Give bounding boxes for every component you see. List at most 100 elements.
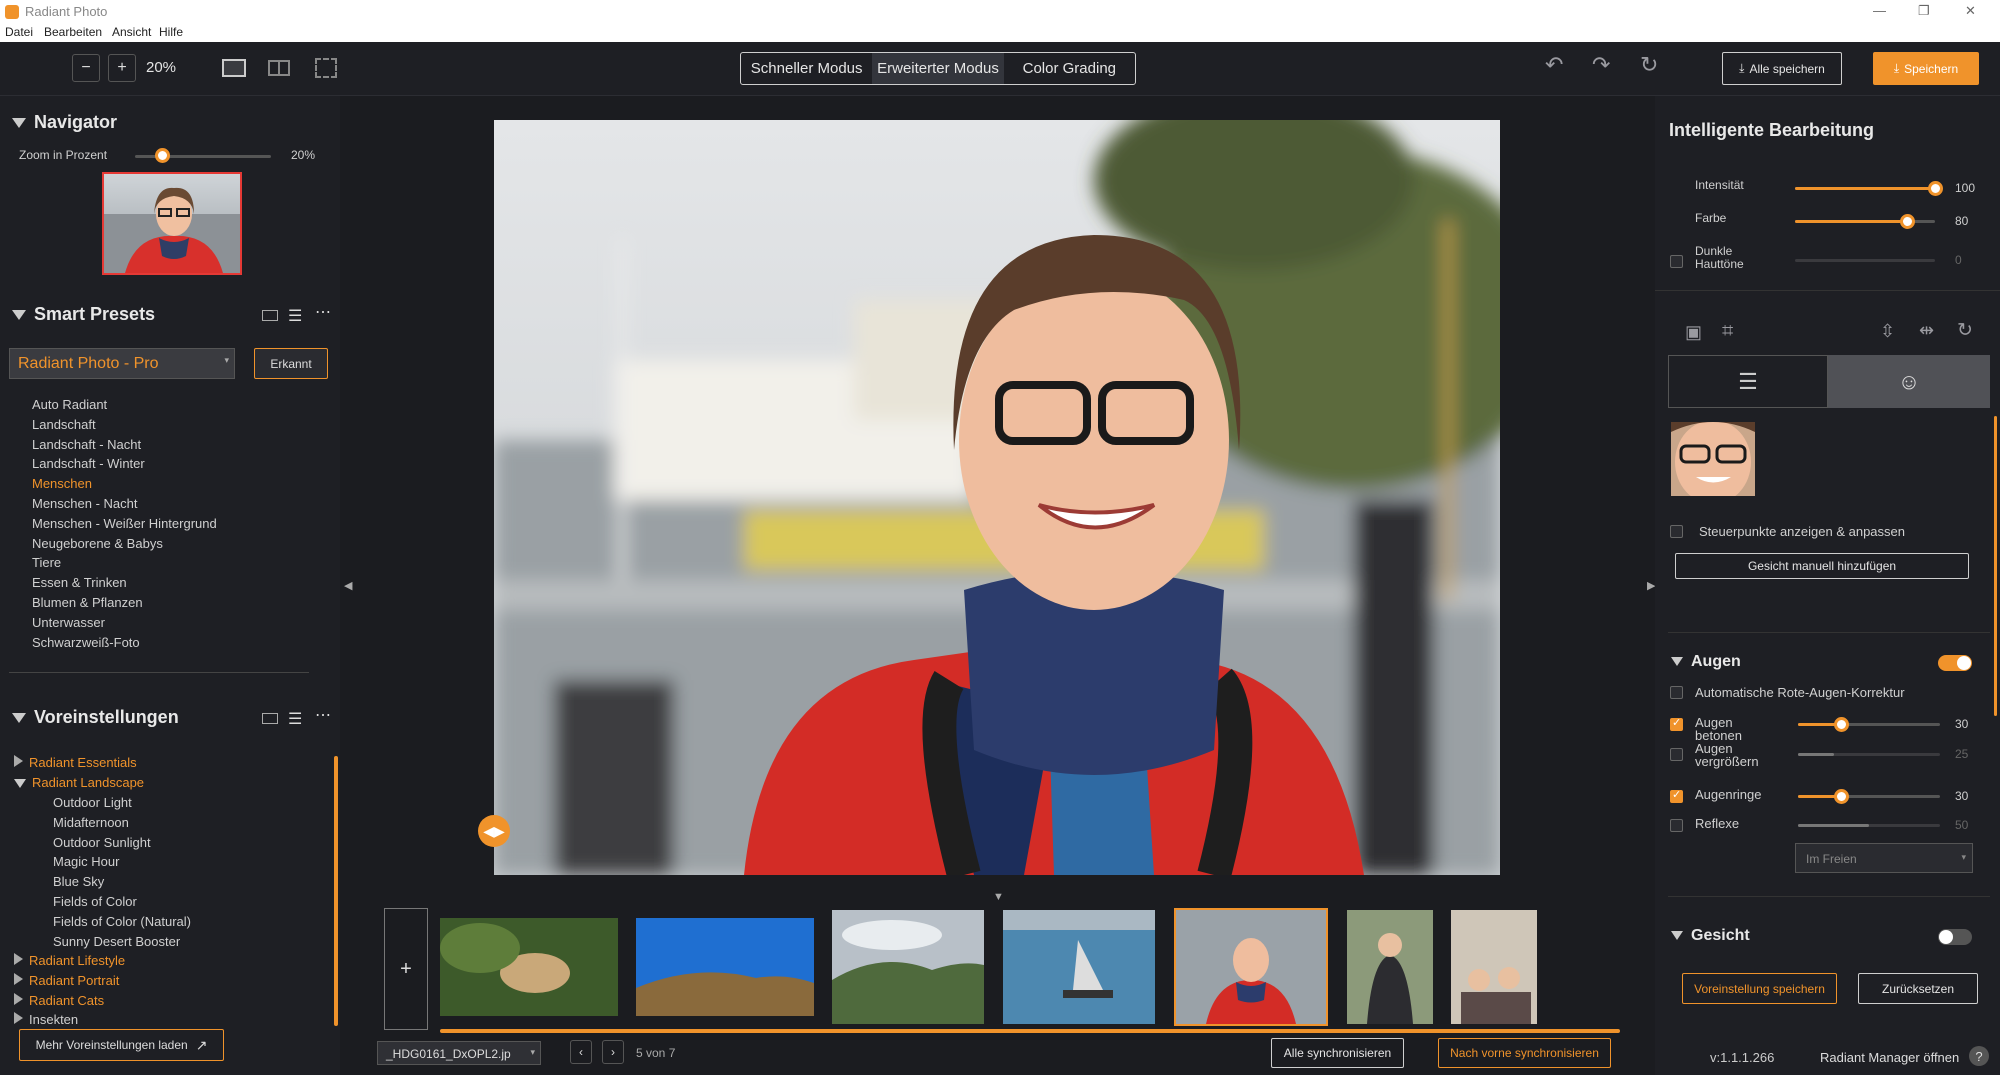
- collapse-left-icon[interactable]: ◀: [344, 579, 352, 592]
- face-toggle[interactable]: [1938, 929, 1972, 945]
- eye-option-checkbox[interactable]: [1670, 819, 1683, 832]
- compare-view-icon[interactable]: [315, 58, 337, 78]
- menu-bearbeiten[interactable]: Bearbeiten: [44, 25, 102, 39]
- preset-item[interactable]: Blue Sky: [53, 874, 104, 889]
- smart-preset-item[interactable]: Unterwasser: [32, 615, 105, 630]
- smart-preset-item[interactable]: Landschaft: [32, 417, 96, 432]
- zoom-slider-knob[interactable]: [155, 148, 171, 163]
- eye-option-checkbox[interactable]: [1670, 748, 1683, 761]
- filmstrip-toggle-icon[interactable]: ▼: [993, 891, 1004, 903]
- right-panel-scrollbar[interactable]: [1994, 416, 1997, 716]
- save-preset-button[interactable]: Voreinstellung speichern: [1682, 973, 1837, 1004]
- more-options-icon[interactable]: ⋯: [315, 302, 331, 322]
- previous-image-button[interactable]: ‹: [570, 1040, 592, 1064]
- smart-presets-header[interactable]: Smart Presets: [12, 304, 155, 325]
- mode-color-grading[interactable]: Color Grading: [1004, 53, 1135, 84]
- preset-group-landscape[interactable]: Radiant Landscape: [14, 775, 144, 790]
- face-tab[interactable]: ☺: [1828, 355, 1990, 408]
- filmstrip-thumbnail[interactable]: [1003, 910, 1155, 1024]
- save-all-button[interactable]: ⤓ Alle speichern: [1722, 52, 1842, 85]
- face-section-header[interactable]: Gesicht: [1671, 927, 1750, 945]
- sync-all-button[interactable]: Alle synchronisieren: [1271, 1038, 1404, 1068]
- control-points-checkbox[interactable]: [1670, 525, 1683, 538]
- eye-option-checkbox[interactable]: [1670, 788, 1683, 803]
- preset-item[interactable]: Fields of Color (Natural): [53, 914, 191, 929]
- presets-header[interactable]: Voreinstellungen: [12, 707, 179, 728]
- preset-group-portrait[interactable]: Radiant Portrait: [14, 973, 119, 988]
- eyes-toggle[interactable]: [1938, 655, 1972, 671]
- compare-handle-icon[interactable]: ◀▶: [478, 815, 510, 847]
- next-image-button[interactable]: ›: [602, 1040, 624, 1064]
- undo-icon[interactable]: ↶: [1545, 52, 1563, 78]
- list-view-icon[interactable]: ☰: [288, 709, 302, 729]
- help-icon[interactable]: ?: [1969, 1046, 1989, 1066]
- smart-slider-knob[interactable]: [1928, 181, 1943, 196]
- add-face-button[interactable]: Gesicht manuell hinzufügen: [1675, 553, 1969, 579]
- eye-slider-knob[interactable]: [1833, 789, 1849, 804]
- smart-preset-item[interactable]: Auto Radiant: [32, 397, 107, 412]
- presets-scrollbar[interactable]: [334, 756, 338, 1026]
- filmstrip-thumbnail[interactable]: [636, 918, 814, 1016]
- red-eye-checkbox[interactable]: [1670, 686, 1683, 699]
- mode-advanced[interactable]: Erweiterter Modus: [872, 53, 1004, 84]
- smart-preset-item[interactable]: Blumen & Pflanzen: [32, 595, 143, 610]
- minimize-icon[interactable]: —: [1873, 3, 1886, 18]
- smart-preset-dropdown[interactable]: Radiant Photo - Pro ▾: [9, 348, 235, 379]
- eye-option-checkbox[interactable]: [1670, 716, 1683, 731]
- preset-group-cats[interactable]: Radiant Cats: [14, 993, 104, 1008]
- preset-item[interactable]: Sunny Desert Booster: [53, 934, 180, 949]
- navigator-thumbnail[interactable]: [102, 172, 242, 275]
- adjustments-tab[interactable]: ☰: [1668, 355, 1828, 408]
- load-more-presets-button[interactable]: Mehr Voreinstellungen laden ↗: [19, 1029, 224, 1061]
- smart-preset-item[interactable]: Neugeborene & Babys: [32, 536, 163, 551]
- eye-slider-knob[interactable]: [1833, 717, 1849, 732]
- preset-group-essentials[interactable]: Radiant Essentials: [14, 755, 137, 770]
- reset-button[interactable]: Zurücksetzen: [1858, 973, 1978, 1004]
- single-view-icon[interactable]: [222, 59, 246, 77]
- preset-group-insects[interactable]: Insekten: [14, 1012, 78, 1027]
- zoom-in-button[interactable]: +: [108, 54, 136, 82]
- filmstrip-thumbnail[interactable]: [440, 918, 618, 1016]
- smart-preset-item[interactable]: Tiere: [32, 555, 61, 570]
- radiant-manager-link[interactable]: Radiant Manager öffnen: [1820, 1050, 1959, 1065]
- filmstrip-thumbnail[interactable]: [1347, 910, 1433, 1024]
- close-icon[interactable]: ✕: [1965, 3, 1976, 19]
- dark-skin-checkbox[interactable]: [1670, 255, 1683, 268]
- menu-datei[interactable]: Datei: [5, 25, 33, 39]
- smart-slider-knob[interactable]: [1900, 214, 1915, 229]
- preset-item[interactable]: Midafternoon: [53, 815, 129, 830]
- grid-view-icon[interactable]: [262, 310, 278, 321]
- smart-slider-track[interactable]: [1795, 259, 1935, 262]
- filmstrip-thumbnail[interactable]: [1451, 910, 1537, 1024]
- smart-preset-item[interactable]: Menschen - Weißer Hintergrund: [32, 516, 217, 531]
- image-icon[interactable]: ▣: [1685, 322, 1702, 343]
- maximize-icon[interactable]: ❐: [1918, 3, 1930, 19]
- redo-icon[interactable]: ↷: [1592, 52, 1610, 78]
- filmstrip-thumbnail[interactable]: [832, 910, 984, 1024]
- preset-group-lifestyle[interactable]: Radiant Lifestyle: [14, 953, 125, 968]
- crop-icon[interactable]: ⌗: [1722, 320, 1733, 343]
- flip-vertical-icon[interactable]: ⇳: [1880, 321, 1895, 342]
- preset-item[interactable]: Fields of Color: [53, 894, 137, 909]
- menu-hilfe[interactable]: Hilfe: [159, 25, 183, 39]
- mode-quick[interactable]: Schneller Modus: [741, 53, 872, 84]
- reset-icon[interactable]: ↻: [1640, 52, 1658, 78]
- more-options-icon[interactable]: ⋯: [315, 705, 331, 725]
- smart-preset-item[interactable]: Menschen - Nacht: [32, 496, 138, 511]
- preset-item[interactable]: Outdoor Sunlight: [53, 835, 151, 850]
- smart-preset-item[interactable]: Essen & Trinken: [32, 575, 127, 590]
- smart-preset-item[interactable]: Menschen: [32, 476, 92, 491]
- flip-horizontal-icon[interactable]: ⇹: [1919, 320, 1934, 341]
- zoom-out-button[interactable]: −: [72, 54, 100, 82]
- recognized-button[interactable]: Erkannt: [254, 348, 328, 379]
- detected-face-thumbnail[interactable]: [1671, 422, 1755, 496]
- grid-view-icon[interactable]: [262, 713, 278, 724]
- split-view-icon[interactable]: [268, 60, 290, 76]
- add-image-button[interactable]: +: [384, 908, 428, 1030]
- filmstrip-thumbnail-selected[interactable]: [1174, 908, 1328, 1026]
- preset-item[interactable]: Magic Hour: [53, 854, 119, 869]
- filename-dropdown[interactable]: _HDG0161_DxOPL2.jp ▾: [377, 1041, 541, 1065]
- save-button[interactable]: ⤓ Speichern: [1873, 52, 1979, 85]
- environment-dropdown[interactable]: Im Freien ▾: [1795, 843, 1973, 873]
- menu-ansicht[interactable]: Ansicht: [112, 25, 151, 39]
